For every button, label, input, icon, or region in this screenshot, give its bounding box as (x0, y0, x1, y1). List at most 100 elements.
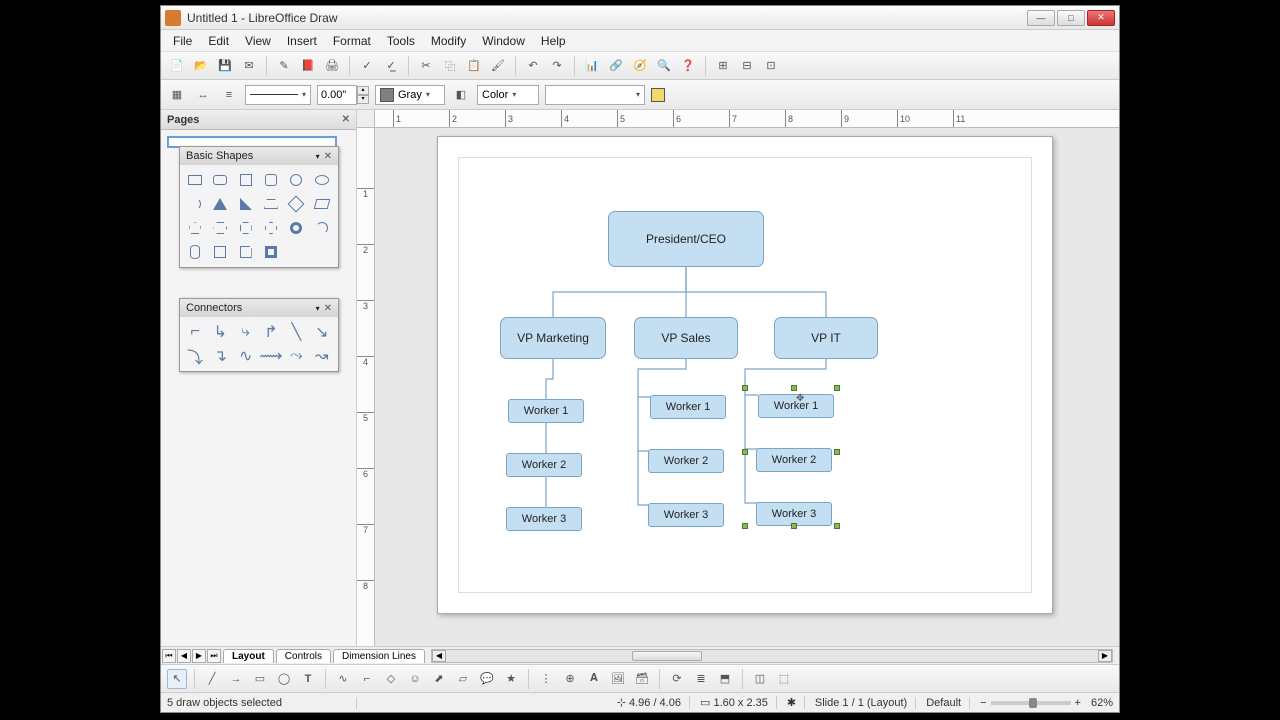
align-icon[interactable]: ≣ (691, 669, 711, 689)
shape-rounded-square[interactable] (260, 169, 282, 191)
curve-tool-icon[interactable]: ∿ (333, 669, 353, 689)
shape-frame[interactable] (260, 241, 282, 263)
shape-diamond[interactable] (285, 193, 307, 215)
symbol-shapes-icon[interactable]: ☺ (405, 669, 425, 689)
autospell-icon[interactable]: ✓̲ (381, 56, 401, 76)
selection-handle[interactable] (791, 385, 797, 391)
arrange-icon[interactable]: ▦ (167, 85, 187, 105)
print-icon[interactable]: 🖨 (322, 56, 342, 76)
scroll-left-icon[interactable]: ◀ (432, 650, 446, 662)
shadow-icon[interactable] (651, 88, 665, 102)
shapes-close-icon[interactable]: ✕ (324, 151, 332, 162)
zoom-out-icon[interactable]: − (980, 697, 986, 709)
shape-octagon[interactable] (235, 217, 257, 239)
connectors-panel[interactable]: Connectors ▾ ✕ ⌐ ↳ ⤷ ↱ ╲ ↘ ⤵ ↴ ∿ ⟿ ⤳ ↝ (179, 298, 339, 372)
from-file-icon[interactable]: 🖼 (608, 669, 628, 689)
scroll-thumb[interactable] (632, 651, 702, 661)
email-icon[interactable]: ✉ (239, 56, 259, 76)
3d-icon[interactable]: ⬚ (774, 669, 794, 689)
connector-7[interactable]: ⤵ (184, 345, 206, 367)
edit-icon[interactable]: ✎ (274, 56, 294, 76)
shape-parallelogram[interactable] (311, 193, 333, 215)
horizontal-scrollbar[interactable]: ◀ ▶ (431, 649, 1113, 663)
minimize-button[interactable]: — (1027, 10, 1055, 26)
basic-shapes-tool-icon[interactable]: ◇ (381, 669, 401, 689)
tab-last-icon[interactable]: ⏭ (207, 649, 221, 663)
menu-tools[interactable]: Tools (379, 32, 423, 50)
shape-right-triangle[interactable] (235, 193, 257, 215)
selection-handle[interactable] (834, 385, 840, 391)
box-mkt-worker2[interactable]: Worker 2 (506, 453, 582, 477)
extrusion-icon[interactable]: ◫ (750, 669, 770, 689)
line-style-icon[interactable]: ≡ (219, 85, 239, 105)
shape-arc[interactable] (311, 217, 333, 239)
spin-up[interactable]: ▴ (357, 86, 369, 95)
menu-insert[interactable]: Insert (279, 32, 325, 50)
connector-4[interactable]: ↱ (260, 321, 282, 343)
menu-modify[interactable]: Modify (423, 32, 474, 50)
connector-11[interactable]: ⤳ (285, 345, 307, 367)
selection-handle[interactable] (834, 449, 840, 455)
rect-tool-icon[interactable]: ▭ (250, 669, 270, 689)
box-sales-worker2[interactable]: Worker 2 (648, 449, 724, 473)
connector-tool-icon[interactable]: ⌐ (357, 669, 377, 689)
zoom-slider[interactable]: − + (980, 697, 1081, 709)
shape-ellipse[interactable] (311, 169, 333, 191)
fill-color-dropdown[interactable]: ▾ (545, 85, 645, 105)
line-style-dropdown[interactable]: ▾ (245, 85, 311, 105)
fill-type-dropdown[interactable]: Color▾ (477, 85, 539, 105)
box-president[interactable]: President/CEO (608, 211, 764, 267)
box-it-worker2[interactable]: Worker 2 (756, 448, 832, 472)
hyperlink-icon[interactable]: 🔗 (606, 56, 626, 76)
arrange-icon[interactable]: ⬒ (715, 669, 735, 689)
arrow-tool-icon[interactable]: → (226, 669, 246, 689)
chart-icon[interactable]: 📊 (582, 56, 602, 76)
connectors-close-icon[interactable]: ✕ (324, 303, 332, 314)
zoom-icon[interactable]: 🔍 (654, 56, 674, 76)
shape-cube[interactable] (209, 241, 231, 263)
connector-1[interactable]: ⌐ (184, 321, 206, 343)
tab-dimension[interactable]: Dimension Lines (333, 649, 425, 663)
box-sales-worker3[interactable]: Worker 3 (648, 503, 724, 527)
connector-6[interactable]: ↘ (311, 321, 333, 343)
selection-handle[interactable] (742, 523, 748, 529)
menu-file[interactable]: File (165, 32, 200, 50)
zoom-value[interactable]: 62% (1091, 697, 1113, 709)
shape-pentagon[interactable] (184, 217, 206, 239)
canvas-viewport[interactable]: President/CEO VP Marketing VP Sales VP I… (375, 128, 1119, 646)
block-arrows-icon[interactable]: ⬈ (429, 669, 449, 689)
shape-cross[interactable] (260, 217, 282, 239)
glue-icon[interactable]: ⊕ (560, 669, 580, 689)
rotate-icon[interactable]: ⟳ (667, 669, 687, 689)
line-color-dropdown[interactable]: Gray ▾ (375, 85, 445, 105)
tab-layout[interactable]: Layout (223, 649, 274, 663)
selection-handle[interactable] (742, 385, 748, 391)
box-mkt-worker1[interactable]: Worker 1 (508, 399, 584, 423)
basic-shapes-panel[interactable]: Basic Shapes ▾ ✕ (179, 146, 339, 268)
tab-next-icon[interactable]: ▶ (192, 649, 206, 663)
connector-10[interactable]: ⟿ (260, 345, 282, 367)
selection-handle[interactable] (834, 523, 840, 529)
select-tool-icon[interactable]: ↖ (167, 669, 187, 689)
chevron-down-icon[interactable]: ▾ (316, 152, 320, 161)
zoom-in-icon[interactable]: + (1075, 697, 1081, 709)
connector-5[interactable]: ╲ (285, 321, 307, 343)
selection-handle[interactable] (742, 449, 748, 455)
close-button[interactable]: ✕ (1087, 10, 1115, 26)
shape-rounded-rect[interactable] (209, 169, 231, 191)
navigator-icon[interactable]: 🧭 (630, 56, 650, 76)
shape-triangle[interactable] (209, 193, 231, 215)
box-mkt-worker3[interactable]: Worker 3 (506, 507, 582, 531)
pages-close-icon[interactable]: ✕ (342, 114, 350, 125)
chevron-down-icon[interactable]: ▾ (316, 304, 320, 313)
connector-9[interactable]: ∿ (235, 345, 257, 367)
zoom-knob[interactable] (1029, 698, 1037, 708)
menu-window[interactable]: Window (474, 32, 533, 50)
selection-handle[interactable] (791, 523, 797, 529)
shape-fold[interactable] (235, 241, 257, 263)
menu-view[interactable]: View (237, 32, 279, 50)
connector-12[interactable]: ↝ (311, 345, 333, 367)
box-vp-it[interactable]: VP IT (774, 317, 878, 359)
box-sales-worker1[interactable]: Worker 1 (650, 395, 726, 419)
save-icon[interactable]: 💾 (215, 56, 235, 76)
